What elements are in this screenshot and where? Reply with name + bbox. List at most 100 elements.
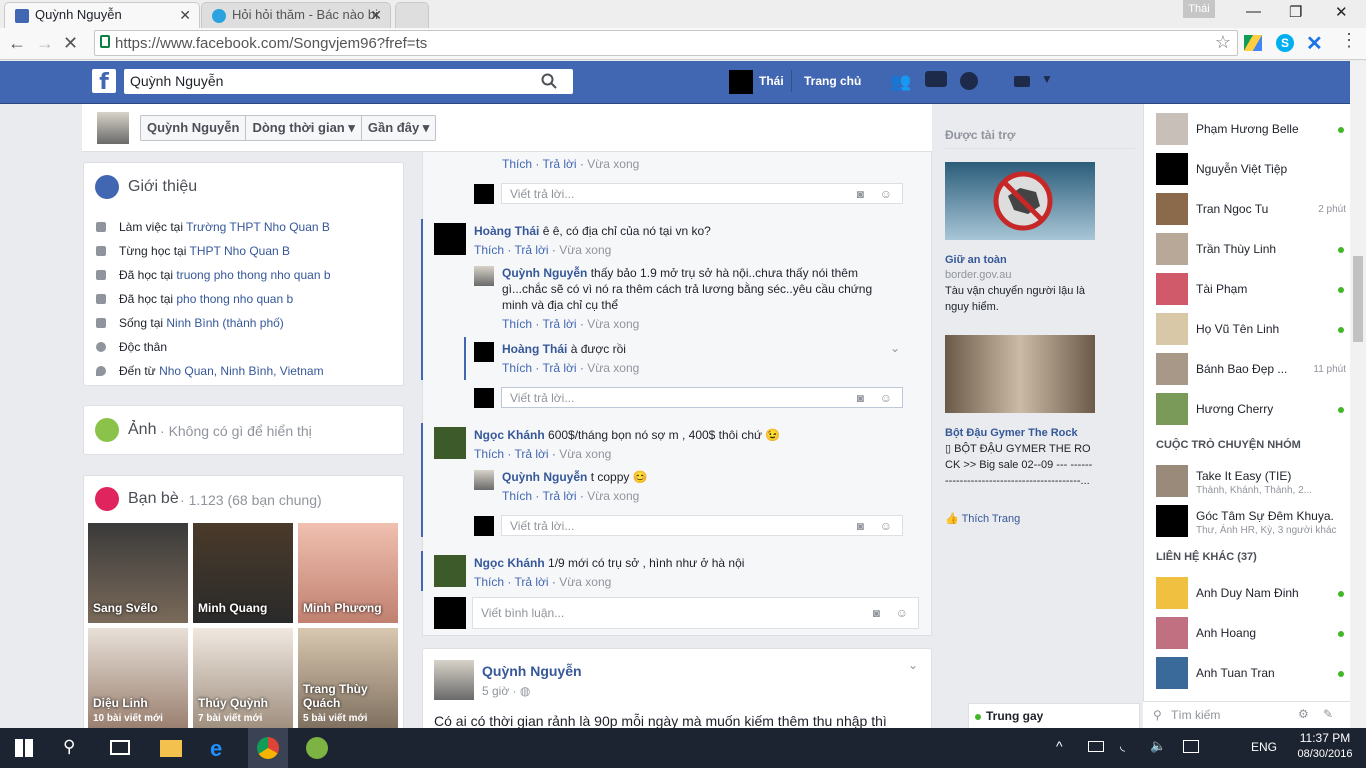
ad-domain[interactable]: border.gov.au [945,269,1011,281]
chat-group[interactable]: Góc Tâm Sự Đêm Khuya. Thư, Ánh HR, Kỳ, 3 … [1156,505,1346,539]
comment-author[interactable]: Quỳnh Nguyễn [502,470,587,484]
friend-tile[interactable]: Minh Quang [193,523,293,623]
reply-link[interactable]: Trả lời [514,447,548,461]
reply-link[interactable]: Trả lời [542,157,576,171]
camera-icon[interactable]: ◙ [857,391,864,405]
chat-group[interactable]: Take It Easy (TIE) Thành, Khánh, Thành, 2… [1156,465,1346,499]
user-profile-badge[interactable]: Thái [1183,0,1215,18]
chrome-icon[interactable] [257,737,279,759]
minimize-icon[interactable]: — [1246,3,1261,20]
intro-link[interactable]: Trường THPT Nho Quan B [186,220,330,234]
chat-contact[interactable]: Bánh Bao Đẹp ... 11 phút [1156,353,1346,387]
scrollbar-thumb[interactable] [1353,256,1363,342]
like-link[interactable]: Thích [502,317,532,331]
like-link[interactable]: Thích [474,447,504,461]
reply-link[interactable]: Trả lời [542,317,576,331]
chevron-down-icon[interactable]: ⌄ [908,658,918,672]
friend-tile[interactable]: Minh Phương [298,523,398,623]
chat-contact[interactable]: Anh Tuan Tran [1156,657,1346,691]
search-icon[interactable] [541,73,557,89]
like-link[interactable]: Thích [502,361,532,375]
avatar[interactable] [729,70,753,94]
ad-title[interactable]: Bột Đậu Gymer The Rock [945,427,1078,439]
privacy-lock-icon[interactable] [1014,76,1030,87]
emoji-icon[interactable]: ☺ [896,606,908,620]
reply-input[interactable]: Viết trả lời... ◙ ☺ [501,387,903,408]
file-explorer-icon[interactable] [160,740,182,757]
address-bar[interactable]: https://www.facebook.com/Songvjem96?fref… [94,30,1238,56]
like-link[interactable]: Thích [502,489,532,503]
friends-title[interactable]: Bạn bè [128,490,179,508]
reply-link[interactable]: Trả lời [542,361,576,375]
avatar[interactable] [434,660,474,700]
chat-contact[interactable]: Nguyễn Việt Tiệp [1156,153,1346,187]
friend-tile[interactable]: Thúy Quỳnh 7 bài viết mới [193,628,293,728]
chat-contact[interactable]: Hương Cherry [1156,393,1346,427]
like-link[interactable]: Thích [474,575,504,589]
intro-link[interactable]: Nho Quan, Ninh Bình, Vietnam [159,364,324,378]
facebook-logo-icon[interactable]: f [92,69,116,95]
friend-tile[interactable]: Sang Svẽlo [88,523,188,623]
chevron-down-icon[interactable]: ▼ [1041,72,1053,86]
avatar[interactable] [474,342,494,362]
like-page-button[interactable]: 👍 Thích Trang [945,512,1020,525]
chat-contact[interactable]: Trần Thùy Linh [1156,233,1346,267]
intro-link[interactable]: truong pho thong nho quan b [176,268,330,282]
edge-icon[interactable]: e [210,736,222,762]
ad-title[interactable]: Giữ an toàn [945,254,1007,266]
tab-active[interactable]: Quỳnh Nguyễn ✕ [4,2,200,28]
reply-link[interactable]: Trả lời [514,575,548,589]
battery-icon[interactable] [1088,741,1104,752]
bookmark-star-icon[interactable]: ☆ [1215,32,1231,53]
wifi-icon[interactable]: ◟ [1120,738,1125,754]
comment-author[interactable]: Ngọc Khánh [474,556,545,570]
breadcrumb-timeline[interactable]: Dòng thời gian ▾ [246,116,362,140]
comment-input[interactable]: Viết bình luận... ◙ ☺ [472,597,919,629]
chat-contact[interactable]: Anh Duy Nam Đinh [1156,577,1346,611]
emoji-icon[interactable]: ☺ [880,519,892,533]
chat-search[interactable]: ⚲ Tìm kiếm ⚙ ✎ [1143,701,1350,729]
volume-icon[interactable]: 🔈 [1150,738,1166,754]
ad-image[interactable] [945,335,1095,413]
comment-author[interactable]: Hoàng Thái [474,224,539,238]
close-tab-icon[interactable]: ✕ [370,3,382,27]
avatar[interactable] [434,427,466,459]
avatar[interactable] [434,223,466,255]
photos-title[interactable]: Ảnh [128,421,156,439]
reply-link[interactable]: Trả lời [542,489,576,503]
notifications-globe-icon[interactable] [960,72,978,90]
camera-icon[interactable]: ◙ [857,519,864,533]
maximize-icon[interactable]: ❐ [1289,3,1302,21]
like-link[interactable]: Thích [502,157,532,171]
chevron-down-icon[interactable]: ⌄ [890,341,900,355]
avatar[interactable] [97,112,129,144]
menu-icon[interactable]: ⋮ [1340,30,1358,51]
avatar[interactable] [474,266,494,286]
breadcrumb-name[interactable]: Quỳnh Nguyễn [141,116,247,140]
avatar[interactable] [474,470,494,490]
windows-start-icon[interactable] [15,739,33,757]
avatar[interactable] [434,555,466,587]
chat-contact[interactable]: Tài Phạm [1156,273,1346,307]
emoji-icon[interactable]: ☺ [880,391,892,405]
task-view-icon[interactable] [110,740,130,755]
camera-icon[interactable]: ◙ [873,606,880,620]
notification-icon[interactable] [1183,740,1199,753]
messages-icon[interactable] [925,71,947,87]
close-tab-icon[interactable]: ✕ [179,3,191,27]
chat-tab[interactable]: Trung gay [968,703,1140,729]
extension-x-icon[interactable]: ✕ [1306,31,1323,56]
comment-author[interactable]: Ngọc Khánh [474,428,545,442]
forward-icon[interactable]: → [36,33,54,54]
chat-contact[interactable]: Tran Ngoc Tu 2 phút [1156,193,1346,227]
chat-contact[interactable]: Anh Hoang [1156,617,1346,651]
chat-contact[interactable]: Họ Vũ Tên Linh [1156,313,1346,347]
breadcrumb-recent[interactable]: Gần đây ▾ [362,116,435,140]
clock-date[interactable]: 08/30/2016 [1294,748,1356,760]
app-icon[interactable] [306,737,328,759]
language-indicator[interactable]: ENG [1251,740,1277,754]
fb-search-input[interactable]: Quỳnh Nguyễn [124,69,573,94]
back-icon[interactable]: ← [8,33,26,54]
reply-link[interactable]: Trả lời [514,243,548,257]
camera-icon[interactable]: ◙ [857,187,864,201]
